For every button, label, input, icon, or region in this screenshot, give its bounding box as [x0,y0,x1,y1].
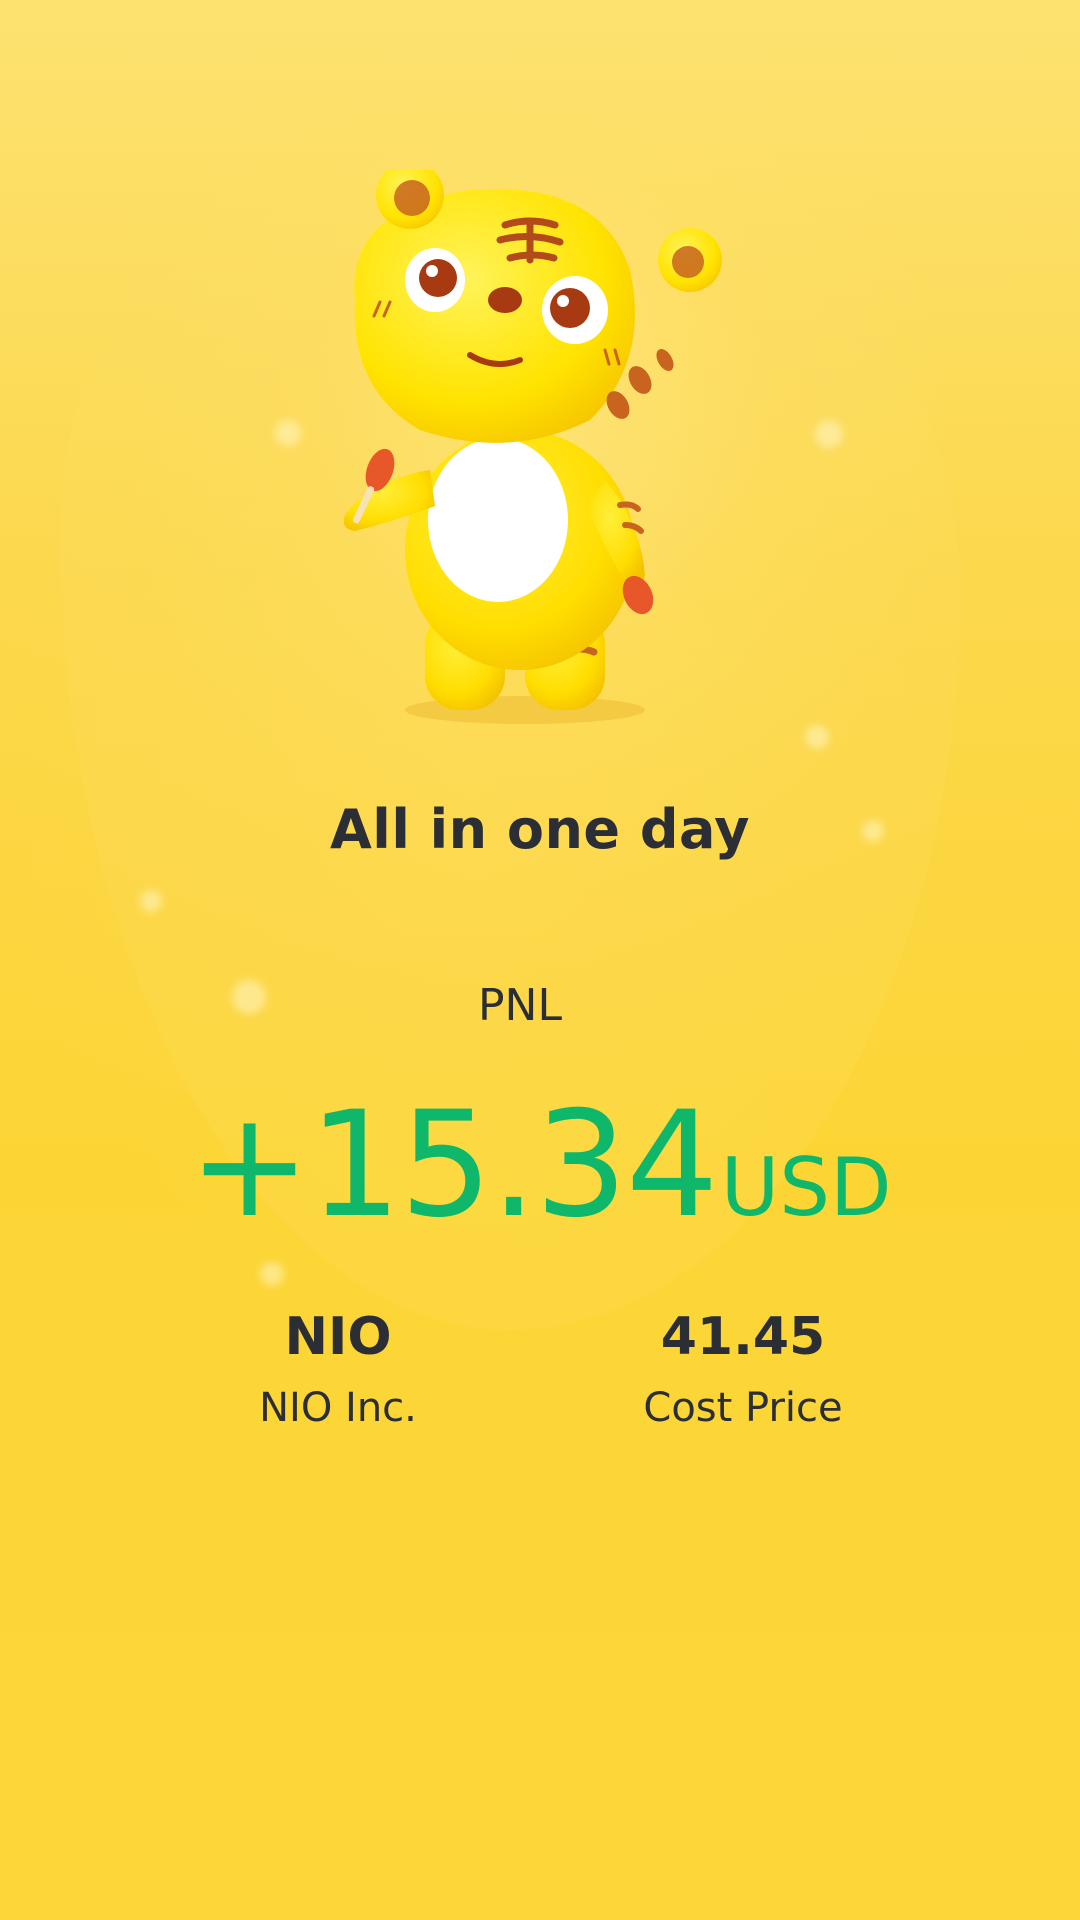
stock-name: NIO Inc. [259,1385,417,1431]
stock-info: NIO NIO Inc. [138,1300,538,1436]
tiger-mascot-illustration [343,170,722,724]
cost-info: 41.45 Cost Price [543,1300,943,1436]
bokeh-dot [815,420,843,448]
stock-symbol: NIO [284,1307,392,1367]
pnl-value: +15.34USD [0,1080,1080,1250]
page-title: All in one day [330,798,750,861]
pnl-currency: USD [720,1141,892,1234]
bokeh-dot [260,1262,284,1286]
cost-price-value: 41.45 [660,1307,826,1367]
pnl-label: PNL [478,980,562,1031]
pnl-amount: +15.34 [188,1080,718,1250]
bokeh-dot [275,420,301,446]
bokeh-dot [140,890,162,912]
bokeh-dot [805,725,829,749]
cost-price-label: Cost Price [643,1385,843,1431]
